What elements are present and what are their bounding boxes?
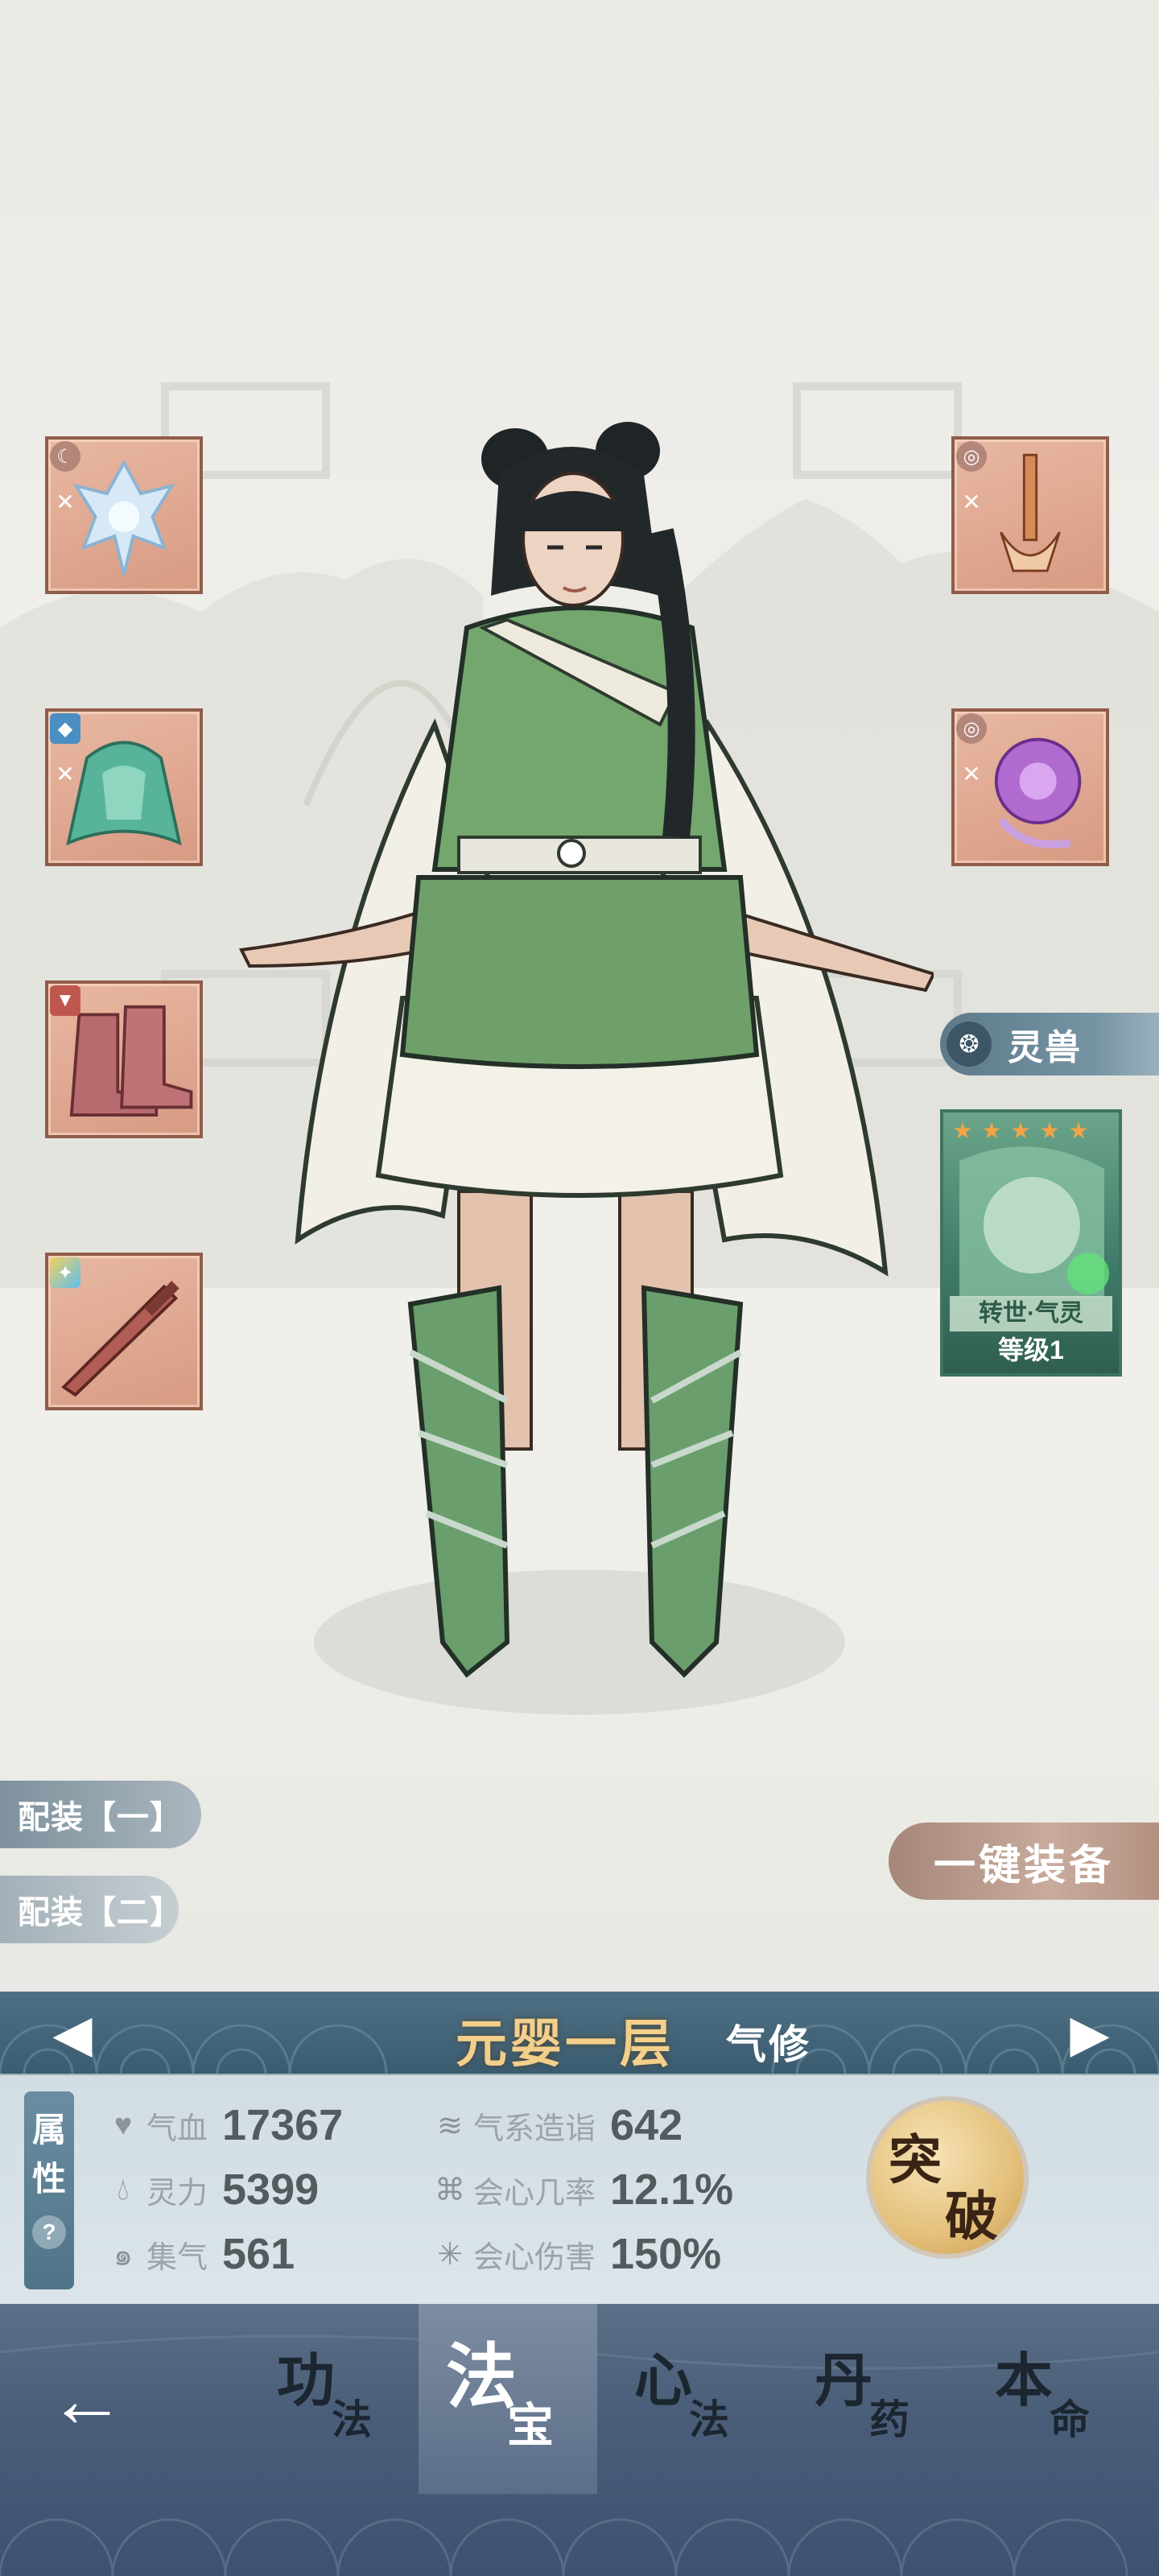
bind-icon: ✕	[56, 489, 75, 514]
swirl-icon: ๑	[113, 2238, 134, 2273]
stat-value: 5399	[222, 2165, 320, 2214]
stat-label: 气系造诣	[473, 2112, 596, 2146]
moon-icon: ☾	[50, 441, 80, 472]
equip-slot-boots[interactable]: ▼	[45, 980, 203, 1138]
stat-value: 12.1%	[610, 2165, 734, 2214]
equip-slot-armor[interactable]: ◆ ✕	[45, 708, 203, 866]
beast-paw-icon: ❂	[947, 1022, 992, 1067]
tab-sublabel: 法	[332, 2397, 372, 2442]
wind-icon: ≋	[437, 2108, 463, 2143]
realm-bar: ◀ 元婴一层 气修 ▶	[0, 1992, 1159, 2074]
wing-icon: ✦	[50, 1257, 80, 1288]
beast-level: 等级1	[998, 1335, 1064, 1364]
tab-label: 本	[995, 2349, 1054, 2413]
equip-all-button[interactable]: 一键装备	[889, 1823, 1159, 1900]
bottom-nav: ← 功 法 法 宝 心 法 丹 药 本 命	[0, 2304, 1159, 2576]
stat-hp: ♥ 气血 17367	[103, 2099, 343, 2151]
attributes-tag-char-1: 属	[31, 2111, 66, 2149]
tab-label: 功	[277, 2349, 336, 2413]
stat-qi-gather: ๑ 集气 561	[103, 2228, 295, 2280]
crit-damage-icon: ✳	[437, 2237, 463, 2272]
spirit-beast-card[interactable]: ★ ★ ★ ★ ★ 转世·气灵 等级1	[940, 1109, 1122, 1377]
spirit-beast-tab-label: 灵兽	[1008, 1028, 1082, 1067]
back-arrow-icon[interactable]: ←	[48, 2360, 145, 2441]
tab-sublabel: 命	[1050, 2397, 1090, 2442]
star-icon: ★	[952, 1118, 973, 1143]
breakthrough-button[interactable]: 突 破	[871, 2101, 1024, 2254]
attributes-tag[interactable]: 属 性 ?	[24, 2091, 74, 2289]
breakthrough-char-1: 突	[889, 2130, 942, 2190]
beast-stars: ★ ★ ★ ★ ★	[950, 1119, 1091, 1143]
tab-natal[interactable]: 本 命	[959, 2328, 1138, 2489]
breakthrough-char-2: 破	[945, 2186, 998, 2246]
attributes-tag-char-2: 性	[31, 2160, 66, 2198]
tab-sublabel: 法	[689, 2397, 729, 2442]
ring-icon: ◎	[956, 713, 987, 744]
star-icon: ★	[981, 1118, 1002, 1143]
loadout-one-button[interactable]: 配装【一】	[0, 1781, 201, 1848]
realm-name: 元婴一层	[456, 2015, 674, 2073]
stat-value: 561	[222, 2230, 295, 2278]
stat-mana: 💧︎ 灵力 5399	[103, 2164, 319, 2215]
loadout-two-button[interactable]: 配装【二】	[0, 1876, 182, 1943]
stat-crit-rate: ⌘ 会心几率 12.1%	[430, 2164, 733, 2215]
next-realm-arrow-icon[interactable]: ▶	[1062, 2006, 1117, 2061]
character-figure	[238, 422, 934, 1678]
equip-slot-sword[interactable]: ✦	[45, 1253, 203, 1410]
tab-mind-arts[interactable]: 心 法	[599, 2328, 777, 2489]
armor-icon: ◆	[50, 713, 80, 744]
equip-slot-orb[interactable]: ◎ ✕	[951, 708, 1109, 866]
beast-name: 转世·气灵	[950, 1296, 1112, 1331]
tab-sublabel: 药	[869, 2397, 909, 2442]
tab-elixirs[interactable]: 丹 药	[779, 2328, 958, 2489]
stat-value: 642	[610, 2101, 683, 2149]
crit-rate-icon: ⌘	[435, 2173, 465, 2207]
stat-crit-damage: ✳ 会心伤害 150%	[430, 2228, 721, 2280]
stat-label: 会心几率	[473, 2176, 596, 2211]
stat-value: 17367	[222, 2101, 344, 2149]
stat-value: 150%	[610, 2230, 722, 2278]
bind-icon: ✕	[962, 489, 981, 514]
realm-type: 气修	[726, 2022, 811, 2067]
prev-realm-arrow-icon[interactable]: ◀	[45, 2006, 100, 2061]
tab-label: 丹	[815, 2349, 873, 2413]
tab-techniques[interactable]: 功 法	[241, 2328, 420, 2489]
equip-slot-ice-artifact[interactable]: ☾ ✕	[45, 436, 203, 594]
tab-treasures[interactable]: 法 宝	[419, 2304, 597, 2494]
heart-icon: ♥	[113, 2107, 133, 2142]
stat-label: 会心伤害	[473, 2240, 596, 2275]
equip-slot-dagger[interactable]: ◎ ✕	[951, 436, 1109, 594]
stat-qi-mastery: ≋ 气系造诣 642	[430, 2099, 683, 2151]
bind-icon: ✕	[56, 761, 75, 786]
star-icon: ★	[1010, 1118, 1031, 1143]
bind-icon: ✕	[962, 761, 981, 786]
tab-label: 心	[634, 2349, 693, 2413]
stat-label: 气血	[146, 2112, 208, 2146]
star-icon: ★	[1039, 1118, 1060, 1143]
tab-label: 法	[446, 2337, 518, 2417]
stat-label: 集气	[146, 2240, 208, 2275]
stat-label: 灵力	[146, 2176, 208, 2211]
boot-icon: ▼	[50, 985, 80, 1016]
tab-sublabel: 宝	[507, 2400, 555, 2452]
spirit-beast-tab[interactable]: ❂ 灵兽	[940, 1013, 1159, 1075]
ring-icon: ◎	[956, 441, 987, 472]
help-icon[interactable]: ?	[32, 2215, 66, 2249]
drop-icon: 💧︎	[117, 2172, 130, 2207]
star-icon: ★	[1068, 1118, 1089, 1143]
